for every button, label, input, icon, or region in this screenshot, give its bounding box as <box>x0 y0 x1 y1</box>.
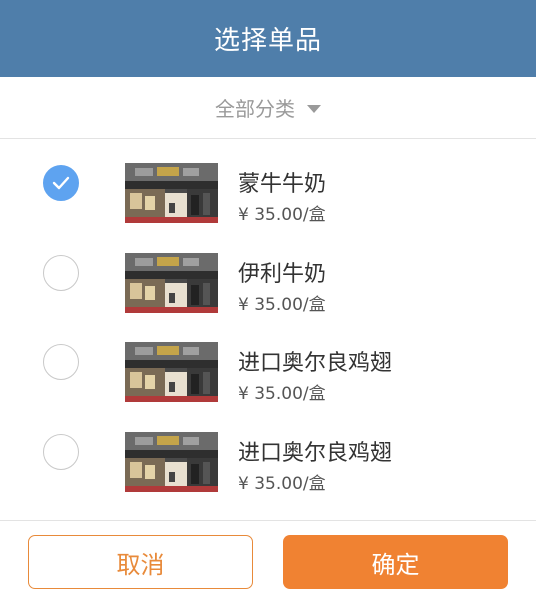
footer-bar: 取消 确定 <box>0 520 536 603</box>
unchecked-checkbox[interactable] <box>43 254 79 291</box>
product-row[interactable]: 进口奥尔良鸡翅 ¥ 35.00/盒 <box>0 318 536 408</box>
product-price: ¥ 35.00/盒 <box>238 294 326 315</box>
product-row[interactable]: 伊利牛奶 ¥ 35.00/盒 <box>0 229 536 319</box>
checked-checkbox[interactable] <box>43 165 79 201</box>
product-name: 进口奥尔良鸡翅 <box>238 440 393 466</box>
product-row[interactable]: 进口奥尔良鸡翅 ¥ 35.00/盒 <box>0 408 536 498</box>
header-bar: 选择单品 <box>0 0 536 77</box>
confirm-button[interactable]: 确定 <box>283 535 508 589</box>
product-price: ¥ 35.00/盒 <box>238 473 326 494</box>
product-name: 蒙牛牛奶 <box>238 172 327 197</box>
unchecked-checkbox[interactable] <box>43 433 79 470</box>
product-list: 蒙牛牛奶 ¥ 35.00/盒 伊利牛奶 ¥ 35.00/盒 进口奥尔良鸡翅 ¥ 35.… <box>0 139 536 497</box>
cancel-button[interactable]: 取消 <box>28 535 253 589</box>
product-name: 伊利牛奶 <box>238 261 327 287</box>
caret-down-icon <box>307 104 321 113</box>
product-thumbnail <box>125 431 218 492</box>
product-thumbnail <box>125 163 218 223</box>
category-filter-label: 全部分类 <box>215 97 295 121</box>
checkmark-icon <box>52 176 70 190</box>
product-name: 进口奥尔良鸡翅 <box>238 351 393 376</box>
page-title: 选择单品 <box>213 26 322 56</box>
category-filter[interactable]: 全部分类 <box>0 77 536 139</box>
product-price: ¥ 35.00/盒 <box>238 384 326 404</box>
product-row[interactable]: 蒙牛牛奶 ¥ 35.00/盒 <box>0 139 536 229</box>
product-thumbnail <box>125 342 218 402</box>
unchecked-checkbox[interactable] <box>43 344 79 380</box>
product-price: ¥ 35.00/盒 <box>238 205 326 225</box>
product-thumbnail <box>125 252 218 313</box>
